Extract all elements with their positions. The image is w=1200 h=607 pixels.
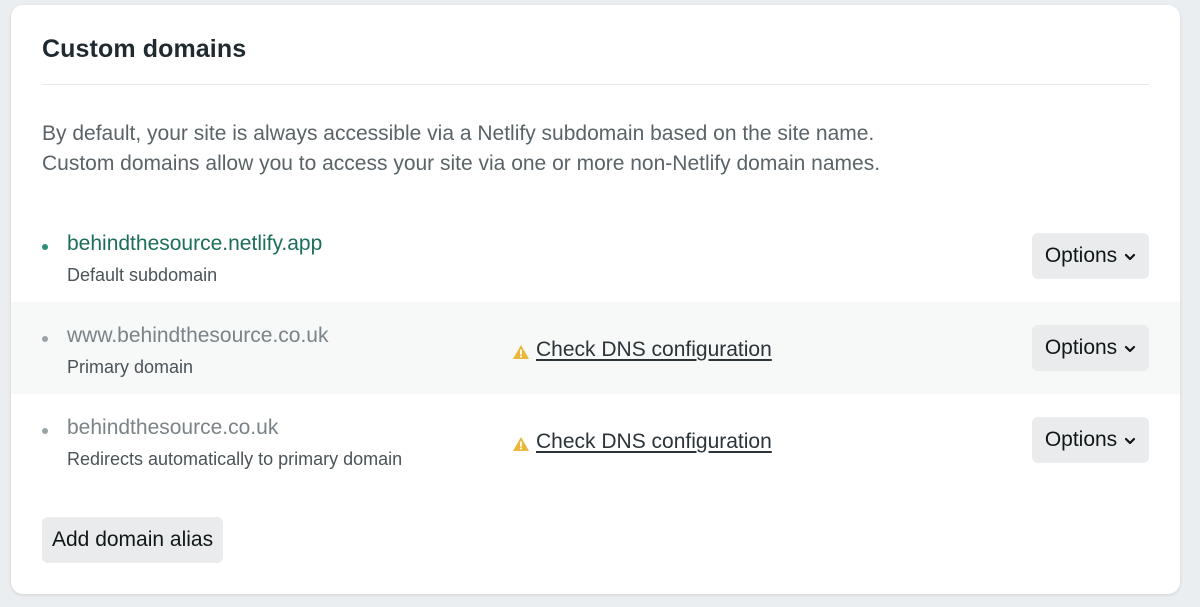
check-dns-label: Check DNS configuration [536, 430, 772, 453]
domain-row-primary: www.behindthesource.co.uk Primary domain… [11, 302, 1180, 394]
options-button[interactable]: Options [1032, 325, 1149, 371]
chevron-down-icon [1124, 435, 1136, 445]
chevron-down-icon [1124, 343, 1136, 353]
check-dns-link[interactable]: Check DNS configuration [512, 430, 772, 454]
add-domain-alias-button[interactable]: Add domain alias [42, 517, 224, 563]
chevron-down-icon [1124, 251, 1136, 261]
domain-description: Redirects automatically to primary domai… [67, 449, 403, 469]
custom-domains-card: Custom domains By default, your site is … [11, 5, 1180, 594]
warning-triangle-icon [512, 433, 530, 452]
domain-name-link[interactable]: www.behindthesource.co.uk [67, 324, 329, 348]
check-dns-label: Check DNS configuration [536, 338, 772, 361]
options-button[interactable]: Options [1032, 233, 1149, 279]
intro-line-2: Custom domains allow you to access your … [42, 152, 881, 175]
domain-bullet [42, 428, 48, 434]
options-label: Options [1044, 428, 1118, 451]
options-label: Options [1044, 244, 1118, 267]
intro-text: By default, your site is always accessib… [42, 119, 880, 179]
options-button[interactable]: Options [1032, 417, 1149, 463]
warning-triangle-icon [512, 341, 530, 360]
domain-name-link[interactable]: behindthesource.netlify.app [67, 232, 322, 256]
options-label: Options [1044, 336, 1118, 359]
domain-description: Default subdomain [67, 265, 218, 285]
domain-bullet [42, 336, 48, 342]
domain-description: Primary domain [67, 357, 194, 377]
check-dns-link[interactable]: Check DNS configuration [512, 338, 772, 362]
domain-row-redirect: behindthesource.co.uk Redirects automati… [11, 394, 1180, 486]
domain-name-link[interactable]: behindthesource.co.uk [67, 416, 278, 440]
intro-line-1: By default, your site is always accessib… [42, 122, 875, 145]
title-divider [42, 84, 1149, 85]
section-title: Custom domains [42, 35, 247, 63]
domain-row-default: behindthesource.netlify.app Default subd… [11, 210, 1180, 302]
domain-bullet [42, 244, 48, 250]
